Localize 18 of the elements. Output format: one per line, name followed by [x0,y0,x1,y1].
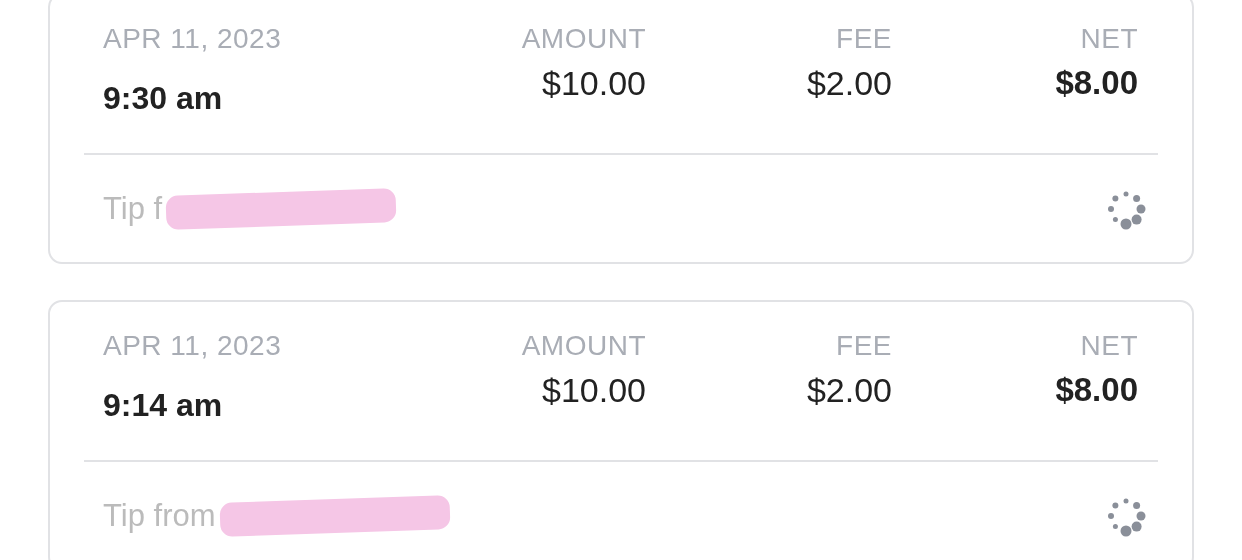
amount-label: AMOUNT [521,329,646,363]
fee-label: FEE [836,22,892,56]
time-text: 9:14 am [103,386,223,425]
fee-label: FEE [836,329,892,363]
fee-value: $2.00 [806,370,892,410]
amount-label: AMOUNT [521,22,646,56]
date-label: APR 11, 2023 [103,329,282,363]
time-text: 9:30 am [103,79,223,118]
date-label: APR 11, 2023 [103,22,282,56]
net-value: $8.00 [1055,370,1138,410]
net-label: NET [1080,329,1138,363]
description-text: Tip f [103,190,163,227]
amount-value: $10.00 [542,370,646,410]
fee-value: $2.00 [806,63,892,103]
description-text: Tip from [103,497,216,534]
net-value: $8.00 [1055,63,1138,103]
net-label: NET [1080,22,1138,56]
amount-value: $10.00 [542,63,646,103]
